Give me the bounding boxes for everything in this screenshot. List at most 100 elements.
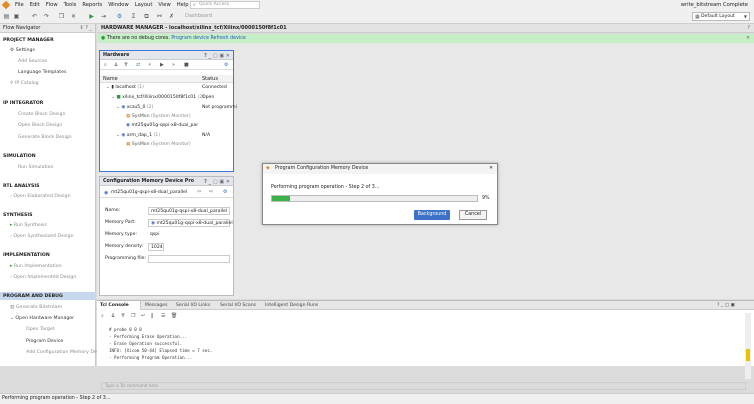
list-icon[interactable]: ☰ xyxy=(161,313,165,319)
menu-layout[interactable]: Layout xyxy=(135,2,153,8)
stop-icon[interactable]: ■ xyxy=(184,62,189,68)
trash-icon[interactable]: 🗑 xyxy=(171,313,177,319)
redo-icon[interactable]: ↷ xyxy=(43,13,50,20)
close-x-icon[interactable]: ✗ xyxy=(168,13,175,20)
nav-open-implemented-design[interactable]: › Open Implemented Design xyxy=(10,275,76,280)
background-button[interactable]: Background xyxy=(414,210,450,220)
nav-language-templates[interactable]: Language Templates xyxy=(18,70,66,75)
copy-icon[interactable]: ❐ xyxy=(131,313,135,319)
close-icon[interactable]: ✕ xyxy=(489,164,493,174)
collapse-icon[interactable]: ⇕ ? _ xyxy=(79,24,92,33)
nav-run-synthesis[interactable]: ▸ Run Synthesis xyxy=(10,223,47,228)
tree-row[interactable]: ◉ mt25qu01g-qspi-x8-dual_par xyxy=(126,123,198,128)
refresh-device-link[interactable]: Refresh device xyxy=(210,36,245,41)
forward-icon[interactable]: ⇨ xyxy=(209,189,213,195)
section-program-and-debug[interactable]: PROGRAM AND DEBUG xyxy=(3,294,63,299)
section-project-manager[interactable]: PROJECT MANAGER xyxy=(3,38,54,43)
fast-forward-icon[interactable]: » xyxy=(172,62,175,68)
menu-help[interactable]: Help xyxy=(177,2,189,8)
tree-row[interactable]: ⌄ ◉ arm_dap_1 (1) xyxy=(116,133,160,138)
nav-create-block-design[interactable]: Create Block Design xyxy=(18,112,65,117)
tab-design-runs[interactable]: Intelligent Design Runs xyxy=(265,303,318,308)
menu-view[interactable]: View xyxy=(158,2,170,8)
nav-ip-catalog[interactable]: ⚲ IP Catalog xyxy=(10,81,39,86)
help-icon[interactable]: ? xyxy=(747,24,750,33)
menu-tools[interactable]: Tools xyxy=(64,2,77,8)
nav-generate-bitstream[interactable]: ▥ Generate Bitstream xyxy=(10,305,62,310)
nav-open-target[interactable]: Open Target xyxy=(26,327,55,332)
menu-flow[interactable]: Flow xyxy=(46,2,58,8)
program-device-link[interactable]: Program device xyxy=(171,36,209,41)
open-project-icon[interactable]: ▤ xyxy=(3,13,10,20)
menu-file[interactable]: File xyxy=(15,2,24,8)
nav-open-hardware-manager[interactable]: ⌄ Open Hardware Manager xyxy=(10,316,74,321)
programming-file-field[interactable] xyxy=(148,255,230,263)
tree-row[interactable]: ⌄ ■ xilinx_tcf/Xilinx/0000150f8f1c01 (2) xyxy=(111,95,204,100)
program-icon[interactable]: ⚡ xyxy=(148,62,152,68)
section-simulation[interactable]: SIMULATION xyxy=(3,154,36,159)
nav-settings[interactable]: ⚙ Settings xyxy=(10,48,35,53)
collapse-all-icon[interactable]: ⇊ xyxy=(111,313,115,319)
run-icon[interactable]: ▶ xyxy=(88,13,95,20)
tree-row[interactable]: ⌄ ▮ localhost (1) xyxy=(106,85,144,90)
gear-icon[interactable]: ⚙ xyxy=(223,189,227,195)
panel-controls-icon[interactable]: ? _ ▢ ▣ ✕ xyxy=(204,52,230,61)
console-scrollbar[interactable] xyxy=(745,313,751,379)
section-synthesis[interactable]: SYNTHESIS xyxy=(3,213,33,218)
tab-tcl-console[interactable]: Tcl Console xyxy=(100,303,129,308)
layout-select[interactable]: ▦ Default Layout ▼ xyxy=(692,12,750,21)
bookmark-icon[interactable]: ⧉ xyxy=(143,13,150,20)
run-trigger-icon[interactable]: ▶ xyxy=(160,62,164,68)
nav-run-simulation[interactable]: Run Simulation xyxy=(18,165,53,170)
copy-icon[interactable]: ❐ xyxy=(58,13,65,20)
col-name[interactable]: Name xyxy=(103,76,118,82)
memory-part-field[interactable]: ◉ mt25qu01g-qspi-x8-dual_parallel xyxy=(148,219,233,227)
tab-serial-io-scans[interactable]: Serial I/O Scans xyxy=(220,303,256,308)
sigma-icon[interactable]: Σ xyxy=(130,13,137,20)
cancel-button[interactable]: Cancel xyxy=(459,210,487,220)
tree-row[interactable]: ▦ SysMon (System Monitor) xyxy=(126,114,191,119)
collapse-all-icon[interactable]: ⇊ xyxy=(114,62,118,68)
name-field[interactable]: mt25qu01g-qspi-x8-dual_parallel xyxy=(148,207,230,215)
menu-window[interactable]: Window xyxy=(108,2,128,8)
pause-icon[interactable]: ‖ xyxy=(151,313,154,319)
nav-open-elaborated-design[interactable]: › Open Elaborated Design xyxy=(10,194,71,199)
nav-run-implementation[interactable]: ▸ Run Implementation xyxy=(10,264,62,269)
tcl-command-input[interactable]: Type a Tcl command here xyxy=(101,382,746,390)
link-icon[interactable]: ⚯ xyxy=(156,13,163,20)
close-icon[interactable]: ✕ xyxy=(746,34,750,43)
menu-reports[interactable]: Reports xyxy=(82,2,102,8)
save-icon[interactable]: ▣ xyxy=(13,13,20,20)
nav-add-sources[interactable]: Add Sources xyxy=(18,59,47,64)
panel-controls-icon[interactable]: ? _ ▢ ▣ ✕ xyxy=(204,178,230,187)
connect-icon[interactable]: ⇄ xyxy=(136,62,140,68)
gear-icon[interactable]: ⚙ xyxy=(116,13,123,20)
nav-open-block-design[interactable]: Open Block Design xyxy=(18,123,62,128)
nav-open-synthesized-design[interactable]: › Open Synthesized Design xyxy=(10,234,74,239)
expand-all-icon[interactable]: ⇈ xyxy=(121,313,125,319)
nav-generate-block-design[interactable]: Generate Block Design xyxy=(18,135,72,140)
expand-all-icon[interactable]: ⇈ xyxy=(124,62,128,68)
search-icon[interactable]: ⌕ xyxy=(104,62,107,68)
nav-add-configuration-memory[interactable]: Add Configuration Memory Devi xyxy=(26,350,101,355)
dashboard-button[interactable]: Dashboard xyxy=(185,13,212,19)
section-implementation[interactable]: IMPLEMENTATION xyxy=(3,253,50,258)
tab-serial-io-links[interactable]: Serial I/O Links xyxy=(176,303,210,308)
nav-program-device[interactable]: Program Device xyxy=(26,339,63,344)
menu-edit[interactable]: Edit xyxy=(30,2,40,8)
tab-messages[interactable]: Messages xyxy=(145,303,168,308)
undo-icon[interactable]: ↶ xyxy=(31,13,38,20)
section-rtl-analysis[interactable]: RTL ANALYSIS xyxy=(3,184,40,189)
memory-density-field[interactable]: 1024 xyxy=(148,243,164,251)
tree-row[interactable]: ▦ SysMon (System Monitor) xyxy=(126,142,191,147)
search-icon[interactable]: ⌕ xyxy=(101,313,104,319)
section-ip-integrator[interactable]: IP INTEGRATOR xyxy=(3,101,43,106)
col-status[interactable]: Status xyxy=(202,76,218,82)
tree-row[interactable]: ⌄ ◉ xczu5_0 (2) xyxy=(116,105,153,110)
panel-controls-icon[interactable]: ? _ ▢ ▣ xyxy=(717,303,735,308)
back-icon[interactable]: ⇦ xyxy=(197,189,201,195)
wrap-icon[interactable]: ↵ xyxy=(141,313,145,319)
delete-icon[interactable]: ✕ xyxy=(70,13,77,20)
gear-icon[interactable]: ⚙ xyxy=(224,62,228,68)
step-icon[interactable]: ⇥ xyxy=(100,13,107,20)
